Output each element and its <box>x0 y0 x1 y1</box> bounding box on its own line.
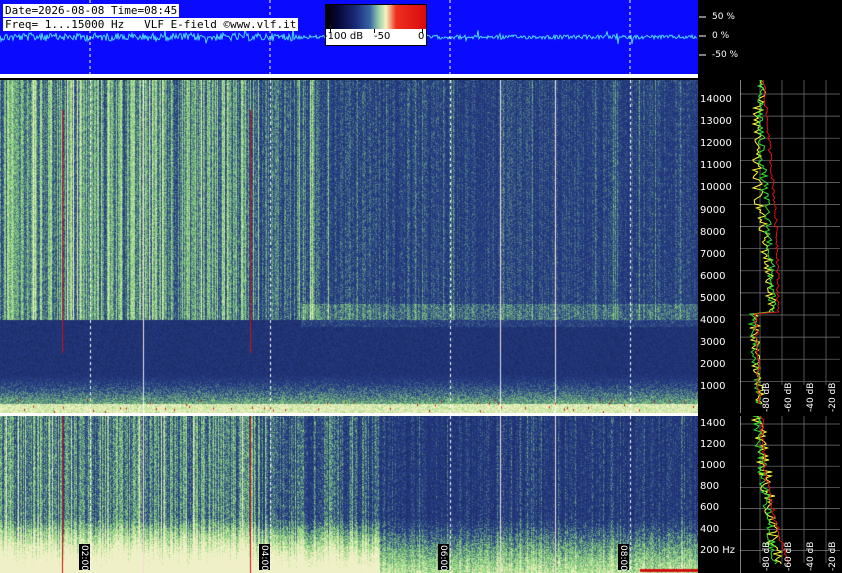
date-time-readout: Date=2026-08-08 Time=08:45 <box>3 4 180 17</box>
frequency-tick-3: 11000 <box>700 160 732 172</box>
frequency-tick-11: 3000 <box>700 337 726 349</box>
colorbar-gradient <box>326 5 426 29</box>
colorbar-tick-max: 0 <box>418 31 425 42</box>
zoom-frequency-tick-4: 600 <box>700 502 720 514</box>
frequency-tick-5: 9000 <box>700 204 726 216</box>
frequency-tick-9: 5000 <box>700 292 726 304</box>
amplitude-label-50: 50 % <box>712 12 735 22</box>
time-label-0400: 04:00 <box>259 544 270 571</box>
frequency-tick-8: 6000 <box>700 270 726 282</box>
zoom-frequency-tick-0: 1400 <box>700 418 726 429</box>
colorbar-tick-min: -100 dB <box>324 31 364 42</box>
frequency-tick-10: 4000 <box>700 315 726 326</box>
frequency-tick-13: 1000 <box>700 381 726 393</box>
time-label-0800: 08:00 <box>618 544 629 571</box>
zoom-frequency-tick-3: 800 <box>700 481 720 493</box>
zoom-frequency-tick-1: 1200 <box>700 439 726 451</box>
profile-trace-yellow <box>749 80 777 405</box>
spectrogram-low-frequency-zoom <box>0 416 698 573</box>
db-tick-3: -20 dB <box>828 382 838 412</box>
zoom-frequency-tick-6: 200 Hz <box>700 544 736 556</box>
db-tick-1: -60 dB <box>784 382 794 412</box>
frequency-range-readout: Freq= 1...15000 Hz VLF E-field ©www.vlf.… <box>3 18 299 31</box>
zoom-frequency-tick-5: 400 <box>700 523 720 535</box>
amplitude-label-0: 0 % <box>712 31 730 41</box>
zoom-db-tick-2: -40 dB <box>806 541 816 571</box>
zoom-db-tick-1: -60 dB <box>784 541 794 571</box>
frequency-tick-7: 7000 <box>700 248 726 260</box>
db-tick-0: -80 dB <box>762 382 772 412</box>
frequency-tick-1: 13000 <box>700 116 732 128</box>
zoom-db-tick-0: -80 dB <box>762 541 772 571</box>
frequency-tick-6: 8000 <box>700 226 726 238</box>
db-tick-2: -40 dB <box>806 382 816 412</box>
amplitude-label-minus-50: -50 % <box>712 50 739 60</box>
spectrogram-main <box>0 80 698 413</box>
vlf-monitor-screen: 50 % 0 % -50 % Date=2026-08-08 Time=08:4… <box>0 0 842 573</box>
panel-separator <box>0 74 698 78</box>
frequency-tick-4: 10000 <box>700 182 732 194</box>
spectrum-profile-main <box>740 80 840 413</box>
time-label-0600: 06:00 <box>438 544 449 571</box>
frequency-tick-0: 14000 <box>700 94 732 105</box>
zoom-frequency-tick-2: 1000 <box>700 460 726 472</box>
frequency-tick-2: 12000 <box>700 138 732 150</box>
zoom-db-tick-3: -20 dB <box>828 541 838 571</box>
frequency-tick-12: 2000 <box>700 359 726 371</box>
colorbar-tick-mid: -50 <box>374 31 391 42</box>
time-label-0200: 02:00 <box>79 544 90 571</box>
